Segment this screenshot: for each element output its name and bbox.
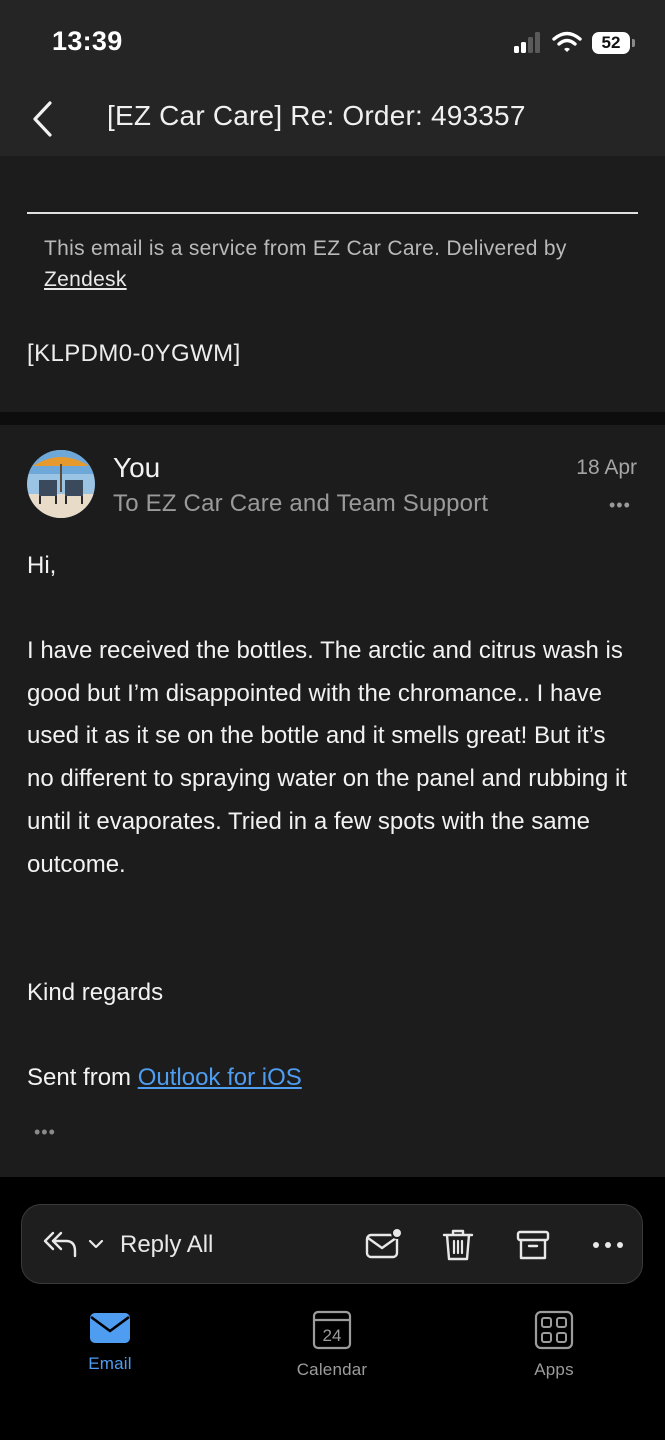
signature-prefix: Sent from [27,1064,132,1091]
calendar-day: 24 [323,1326,342,1345]
reply-all-button[interactable]: Reply All [120,1231,213,1259]
action-bar: Reply All [21,1204,643,1284]
signature: Sent from Outlook for iOS [27,1057,637,1100]
trash-icon[interactable] [438,1225,478,1265]
top-header [0,0,665,156]
calendar-icon: 24 [312,1310,352,1350]
outlook-link[interactable]: Outlook for iOS [138,1064,302,1091]
ticket-id: [KLPDM0-0YGWM] [27,340,241,367]
mark-unread-icon[interactable] [363,1225,403,1265]
cellular-signal-icon [514,32,540,53]
message-separator [0,412,665,425]
sender-name: You [113,452,161,483]
tab-email-label: Email [88,1354,132,1373]
ellipsis-icon[interactable]: ••• [609,495,631,516]
battery-icon: 52 [592,32,636,54]
tab-apps[interactable]: Apps [494,1310,614,1390]
archive-icon[interactable] [513,1225,553,1265]
message-closing: Kind regards [27,979,164,1006]
avatar[interactable] [27,450,95,518]
recipients[interactable]: To EZ Car Care and Team Support [113,490,488,518]
tab-calendar-label: Calendar [296,1360,368,1379]
status-time: 13:39 [52,26,123,56]
message-date: 18 Apr [576,456,637,479]
tab-apps-label: Apps [534,1360,574,1379]
chevron-left-icon[interactable] [26,98,60,140]
envelope-icon [90,1313,130,1343]
wifi-icon [552,31,582,52]
show-quoted-text-button[interactable]: ••• [34,1122,56,1143]
message-body: I have received the bottles. The arctic … [27,637,627,878]
service-note: This email is a service from EZ Car Care… [44,233,624,295]
message-greeting: Hi, [27,552,57,579]
reply-all-icon[interactable] [42,1229,78,1261]
battery-level: 52 [601,33,621,52]
tab-email[interactable]: Email [50,1310,170,1390]
more-icon[interactable] [588,1225,628,1265]
chevron-down-icon[interactable] [88,1237,104,1251]
zendesk-link[interactable]: Zendesk [44,268,127,291]
status-icons: 52 [512,30,636,56]
apps-grid-icon [534,1310,574,1350]
divider [27,212,638,214]
service-note-text: This email is a service from EZ Car Care… [44,237,567,260]
tab-calendar[interactable]: 24 Calendar [272,1310,392,1390]
email-subject: [EZ Car Care] Re: Order: 493357 [107,100,526,131]
